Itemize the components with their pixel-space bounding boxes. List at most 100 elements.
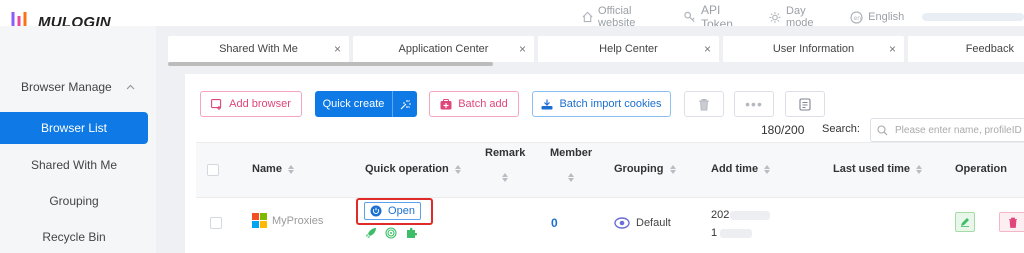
column-header-label: Quick operation [365, 163, 449, 175]
batch-import-cookies-button[interactable]: Batch import cookies [532, 91, 671, 117]
extension-icon[interactable] [405, 227, 417, 239]
tab-label: Shared With Me [219, 43, 298, 55]
language-icon: en [850, 10, 863, 24]
batch-add-button[interactable]: Batch add [429, 91, 519, 117]
select-all-checkbox[interactable] [207, 164, 219, 176]
language-selector[interactable]: en English [850, 10, 905, 24]
sidebar-item-label: Grouping [49, 194, 99, 208]
rocket-icon[interactable] [365, 227, 377, 239]
quick-create-button[interactable]: Quick create [315, 91, 417, 117]
profile-count: 180/200 [761, 123, 805, 137]
trash-icon [699, 98, 709, 110]
more-actions-button[interactable]: ••• [734, 91, 774, 117]
close-icon[interactable]: × [704, 42, 711, 56]
trash-icon [1009, 217, 1017, 228]
sidebar-item-grouping[interactable]: Grouping [0, 185, 148, 217]
grouping-cell: Default [614, 216, 671, 230]
add-time-line1: 202 [711, 209, 771, 221]
sidebar-group-label: Browser Manage [21, 80, 112, 94]
close-icon[interactable]: × [334, 42, 341, 56]
tab-user-information[interactable]: User Information × [723, 36, 904, 62]
add-browser-icon [211, 98, 222, 110]
column-header-add-time[interactable]: Add time [711, 163, 771, 175]
column-header-quick-operation[interactable]: Quick operation [365, 163, 461, 175]
sidebar-item-label: Shared With Me [30, 158, 118, 172]
edit-button[interactable] [955, 212, 975, 232]
sort-icon[interactable] [287, 164, 294, 174]
group-icon [614, 217, 630, 229]
column-header-name[interactable]: Name [252, 163, 294, 175]
import-icon [541, 99, 553, 109]
column-header-grouping[interactable]: Grouping [614, 163, 676, 175]
row-checkbox[interactable] [210, 217, 222, 229]
fingerprint-icon[interactable] [385, 227, 397, 239]
column-header-label: Operation [955, 163, 1007, 175]
grouping-name: Default [636, 217, 671, 229]
quick-create-label: Quick create [322, 98, 385, 110]
export-button[interactable] [785, 91, 825, 117]
batch-add-label: Batch add [458, 98, 508, 110]
batch-add-icon [440, 98, 452, 109]
profile-name-cell[interactable]: MyProxies [252, 213, 323, 228]
column-header-member[interactable]: Member [550, 147, 592, 182]
tab-scrollbar[interactable] [168, 62, 493, 66]
magic-wand-icon [400, 99, 411, 109]
tab-application-center[interactable]: Application Center × [353, 36, 534, 62]
tab-bar: Shared With Me × Application Center × He… [168, 36, 1024, 62]
sort-icon[interactable] [454, 164, 461, 174]
batch-import-cookies-label: Batch import cookies [559, 98, 662, 110]
windows-icon [252, 213, 267, 228]
close-icon[interactable]: × [889, 42, 896, 56]
quick-create-settings-button[interactable] [392, 91, 417, 117]
tab-shared-with-me[interactable]: Shared With Me × [168, 36, 349, 62]
add-time-text-2: 1 [711, 227, 718, 239]
power-icon [370, 205, 382, 217]
more-dots-icon: ••• [745, 96, 763, 112]
delete-button[interactable] [999, 212, 1024, 232]
sort-icon[interactable] [568, 173, 575, 182]
column-header-label: Remark [485, 147, 526, 159]
column-header-label: Member [550, 147, 593, 159]
batch-delete-button[interactable] [684, 91, 724, 117]
sort-icon[interactable] [502, 173, 509, 182]
sidebar-item-shared-with-me[interactable]: Shared With Me [0, 149, 148, 181]
sort-icon[interactable] [764, 164, 771, 174]
sidebar-group-browser-manage[interactable]: Browser Manage [0, 72, 156, 102]
column-header-remark[interactable]: Remark [485, 147, 525, 182]
tab-feedback[interactable]: Feedback [908, 36, 1024, 62]
sidebar-item-recycle-bin[interactable]: Recycle Bin [0, 221, 148, 253]
language-label: English [868, 11, 905, 23]
member-count[interactable]: 0 [551, 216, 558, 230]
column-header-label: Add time [711, 163, 759, 175]
sort-icon[interactable] [916, 164, 923, 174]
add-time-text-1: 202 [711, 209, 730, 221]
search-placeholder: Please enter name, profileID [895, 124, 1022, 136]
sidebar-item-label: Recycle Bin [42, 230, 106, 244]
svg-text:en: en [854, 15, 862, 22]
sidebar-item-label: Browser List [40, 121, 108, 135]
user-account-redacted[interactable] [922, 13, 1024, 21]
add-time-redacted [730, 210, 771, 220]
column-header-label: Last used time [833, 163, 911, 175]
add-time-line2: 1 [711, 227, 753, 239]
top-bar: MULOGIN Official website API Token Day m… [0, 0, 1024, 34]
add-browser-button[interactable]: Add browser [200, 91, 302, 117]
tab-label: Application Center [398, 43, 489, 55]
sort-icon[interactable] [669, 164, 676, 174]
add-browser-label: Add browser [229, 98, 291, 110]
open-button[interactable]: Open [364, 202, 421, 220]
open-label: Open [388, 205, 415, 217]
sidebar-item-browser-list[interactable]: Browser List [0, 112, 148, 144]
pencil-icon [961, 218, 969, 227]
close-icon[interactable]: × [519, 42, 526, 56]
home-icon [582, 11, 593, 23]
tab-label: Help Center [599, 43, 658, 55]
search-input[interactable]: Please enter name, profileID [870, 118, 1024, 142]
column-header-last-used-time[interactable]: Last used time [833, 163, 923, 175]
column-header-label: Grouping [614, 163, 664, 175]
tab-label: Feedback [965, 43, 1014, 55]
document-icon [799, 97, 811, 111]
sidebar: Browser Manage Browser List Shared With … [0, 26, 156, 253]
tab-help-center[interactable]: Help Center × [538, 36, 719, 62]
profile-name: MyProxies [272, 214, 324, 227]
